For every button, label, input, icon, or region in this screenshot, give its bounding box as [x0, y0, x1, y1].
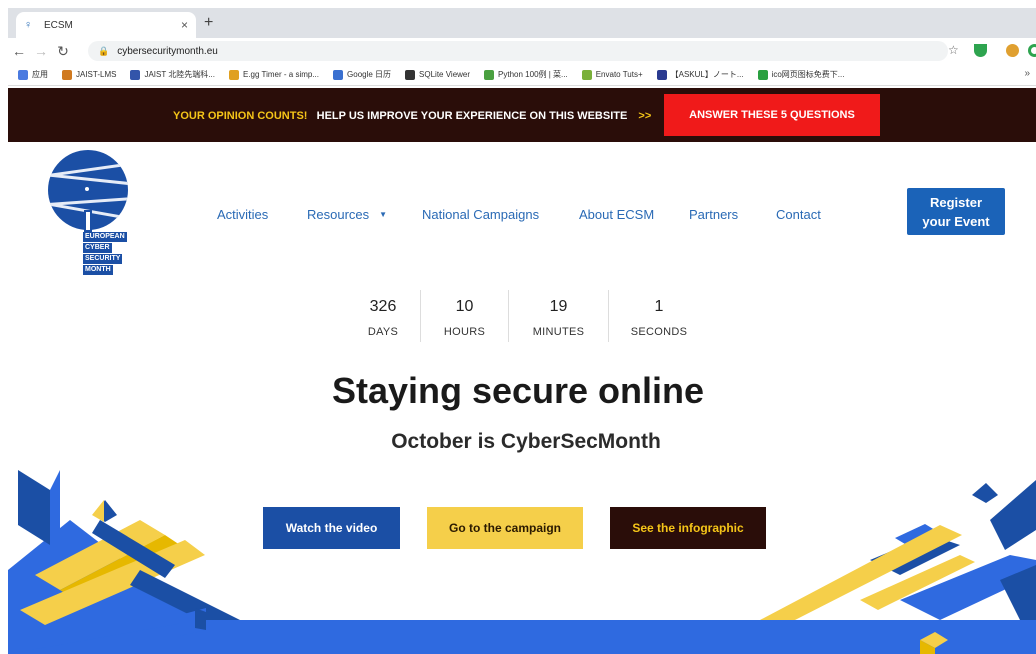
bookmark-label: 【ASKUL】ノート... — [670, 70, 744, 79]
bookmark-item[interactable]: E.gg Timer - a simp... — [228, 69, 320, 80]
countdown-days: 326 DAYS — [346, 290, 421, 342]
nav-partners[interactable]: Partners — [689, 207, 738, 222]
answer-questions-button[interactable]: ANSWER THESE 5 QUESTIONS — [664, 94, 880, 136]
extension-icon[interactable] — [1006, 44, 1019, 57]
banner-message: YOUR OPINION COUNTS! HELP US IMPROVE YOU… — [173, 110, 651, 122]
browser-toolbar: ← → ↻ 🔒 cybersecuritymonth.eu ☆ — [8, 38, 1036, 64]
logo-line: CYBER — [83, 243, 112, 253]
nav-resources[interactable]: Resources ▼ — [307, 207, 387, 222]
banner-text: HELP US IMPROVE YOUR EXPERIENCE ON THIS … — [316, 110, 628, 122]
bookmark-label: ico网页图标免费下... — [771, 70, 845, 79]
countdown-value: 1 — [654, 298, 664, 315]
bookmark-item[interactable]: 【ASKUL】ノート... — [656, 69, 744, 80]
tab-title: ECSM — [44, 19, 73, 31]
logo-line: EUROPEAN — [83, 232, 127, 242]
nav-activities[interactable]: Activities — [217, 207, 268, 222]
bookmark-favicon-icon — [656, 69, 667, 80]
bookmarks-more-icon[interactable]: » — [1024, 68, 1030, 79]
hero-subtitle: October is CyberSecMonth — [391, 430, 661, 453]
logo-line: MONTH — [83, 265, 113, 275]
forward-arrow-icon[interactable]: → — [30, 43, 52, 59]
nav-resources-label: Resources — [307, 207, 370, 222]
bookmark-label: Python 100例 | 菜... — [498, 70, 568, 79]
go-to-campaign-button[interactable]: Go to the campaign — [427, 507, 583, 549]
register-line1: Register — [929, 195, 983, 210]
lock-icon: 🔒 — [98, 45, 110, 56]
url-bar[interactable]: 🔒 cybersecuritymonth.eu — [88, 41, 948, 61]
bookmark-label: Google 日历 — [347, 70, 392, 79]
new-tab-button[interactable]: + — [204, 14, 213, 32]
bookmark-favicon-icon — [757, 69, 768, 80]
countdown-label: SECONDS — [630, 326, 688, 338]
nav-national-campaigns[interactable]: National Campaigns — [422, 207, 539, 222]
bookmark-favicon-icon — [333, 69, 344, 80]
logo-line: SECURITY — [83, 254, 123, 264]
url-text: cybersecuritymonth.eu — [117, 45, 218, 57]
watch-video-button[interactable]: Watch the video — [263, 507, 400, 549]
bookmark-item[interactable]: JAIST-LMS — [62, 69, 117, 80]
bookmark-item[interactable]: Envato Tuts+ — [581, 69, 643, 80]
bookmark-item[interactable]: Python 100例 | 菜... — [484, 69, 568, 80]
countdown-timer: 326 DAYS 10 HOURS 19 MINUTES 1 SECONDS — [346, 290, 709, 342]
countdown-label: DAYS — [367, 326, 399, 338]
countdown-value: 326 — [369, 298, 397, 315]
bookmark-label: JAIST-LMS — [76, 70, 117, 79]
countdown-label: MINUTES — [532, 326, 585, 338]
bookmark-favicon-icon — [228, 69, 239, 80]
countdown-label: HOURS — [443, 326, 486, 338]
ecsm-logo[interactable]: EUROPEAN CYBER SECURITY MONTH — [48, 150, 138, 285]
bookmark-favicon-icon — [581, 69, 592, 80]
bookmark-item[interactable]: 应用 — [18, 69, 48, 80]
reload-icon[interactable]: ↻ — [52, 43, 74, 60]
bookmark-label: SQLite Viewer — [419, 70, 471, 79]
countdown-minutes: 19 MINUTES — [509, 290, 609, 342]
countdown-seconds: 1 SECONDS — [609, 290, 709, 342]
bookmark-favicon-icon — [405, 69, 416, 80]
bookmark-label: E.gg Timer - a simp... — [242, 70, 320, 79]
browser-tab-bar: ♀ ECSM × + — [8, 8, 1036, 38]
browser-tab[interactable]: ♀ ECSM × — [16, 12, 196, 38]
banner-prefix: YOUR OPINION COUNTS! — [173, 110, 308, 122]
chevron-down-icon: ▼ — [379, 210, 388, 219]
back-arrow-icon[interactable]: ← — [8, 43, 30, 59]
bookmark-label: JAIST 北陸先端科... — [144, 70, 215, 79]
bookmarks-bar: 应用 JAIST-LMS JAIST 北陸先端科... E.gg Timer - a … — [8, 64, 1036, 86]
bookmark-item[interactable]: JAIST 北陸先端科... — [130, 69, 215, 80]
hero-title: Staying secure online — [331, 370, 705, 411]
close-tab-icon[interactable]: × — [181, 18, 188, 32]
survey-banner: YOUR OPINION COUNTS! HELP US IMPROVE YOU… — [8, 88, 1036, 142]
register-line2: your Event — [922, 214, 990, 229]
see-infographic-button[interactable]: See the infographic — [610, 507, 766, 549]
register-event-button[interactable]: Register your Event — [907, 188, 1005, 235]
shield-extension-icon[interactable] — [974, 44, 987, 57]
countdown-value: 10 — [455, 298, 474, 315]
bookmark-favicon-icon — [18, 69, 28, 80]
logo-key-icon — [84, 210, 92, 232]
ecsm-favicon-icon: ♀ — [24, 19, 33, 31]
countdown-hours: 10 HOURS — [421, 290, 509, 342]
logo-text: EUROPEAN CYBER SECURITY MONTH — [83, 232, 127, 276]
window-edge — [0, 0, 8, 654]
bookmark-favicon-icon — [62, 69, 72, 80]
nav-contact[interactable]: Contact — [776, 207, 821, 222]
countdown-value: 19 — [549, 298, 568, 315]
bookmark-favicon-icon — [484, 69, 495, 80]
bookmark-star-icon[interactable]: ☆ — [948, 43, 959, 57]
bookmark-item[interactable]: Google 日历 — [333, 69, 391, 80]
bookmark-favicon-icon — [130, 69, 141, 80]
banner-arrows: >> — [638, 110, 652, 122]
bookmark-item[interactable]: SQLite Viewer — [405, 69, 471, 80]
extension-ring-icon[interactable] — [1028, 44, 1036, 57]
bookmark-item[interactable]: ico网页图标免费下... — [757, 69, 845, 80]
bookmark-label: Envato Tuts+ — [595, 70, 643, 79]
nav-about[interactable]: About ECSM — [579, 207, 654, 222]
bookmark-label: 应用 — [32, 70, 48, 79]
